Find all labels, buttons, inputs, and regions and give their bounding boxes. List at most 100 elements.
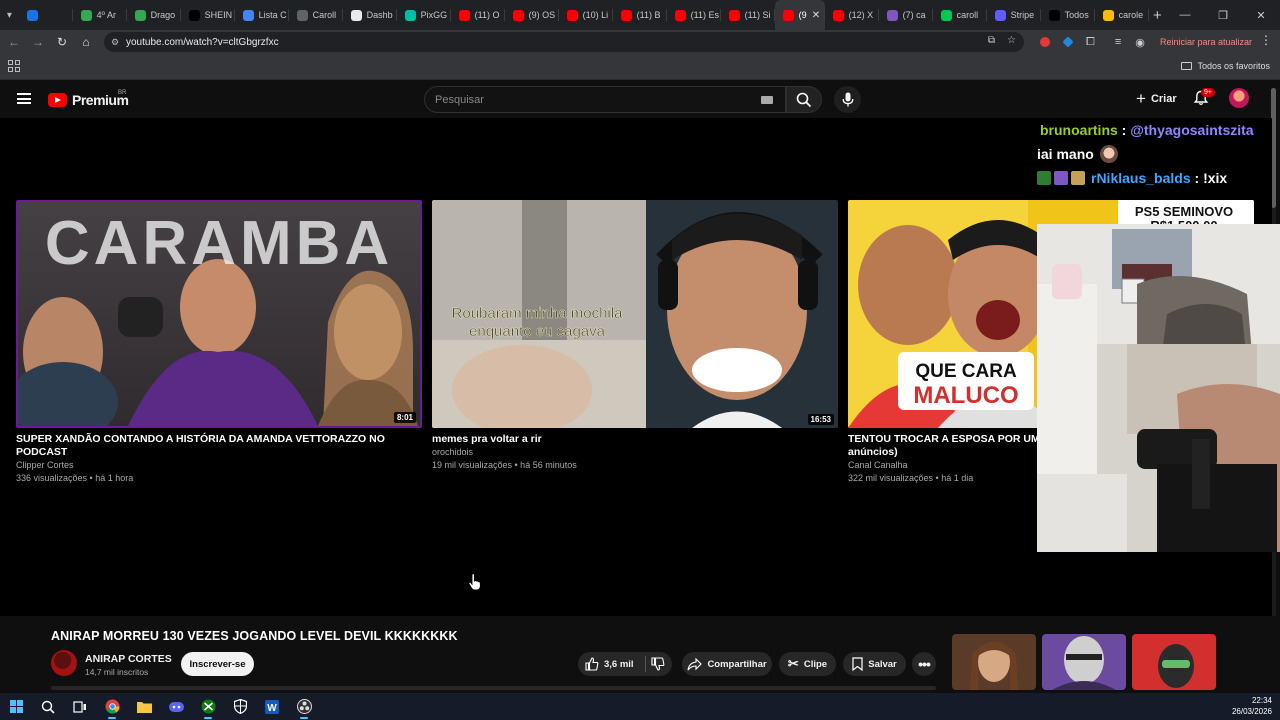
more-actions-button[interactable]: ••• (912, 652, 936, 676)
end-screen-card[interactable]: CARAMBA 8:01 SUPER XANDÃO CONTANDO A HIS… (16, 200, 422, 485)
forward-icon[interactable]: → (26, 30, 50, 54)
badge-icon (1037, 171, 1051, 185)
thumbs-down-icon[interactable] (651, 657, 665, 671)
new-tab-button[interactable]: + (1149, 0, 1166, 30)
browser-menu-icon[interactable]: ⋮ (1260, 33, 1272, 47)
duration-badge: 16:53 (807, 414, 834, 425)
browser-tab[interactable]: caroll (933, 0, 987, 30)
site-info-icon[interactable]: ⚙ (104, 37, 126, 48)
chat-message: iai mano (1030, 142, 1280, 166)
start-button[interactable] (0, 693, 32, 720)
search-input[interactable]: Pesquisar (424, 86, 786, 113)
channel-avatar[interactable] (51, 650, 77, 676)
logo-region: BR (118, 90, 127, 96)
youtube-logo[interactable]: Premium BR (48, 90, 129, 108)
browser-tab[interactable]: Todos (1041, 0, 1095, 30)
gift-badge-icon (1071, 171, 1085, 185)
browser-tab[interactable]: (7) ca (879, 0, 933, 30)
puzzle-icon[interactable]: ⧠ (1086, 36, 1095, 49)
thumbnail-image: Roubaram minha mochila enquanto eu cagav… (432, 200, 838, 428)
webcam-image (1037, 224, 1280, 552)
like-button[interactable]: 3,6 mil (578, 652, 672, 676)
card-title[interactable]: memes pra voltar a rir (432, 433, 838, 446)
apps-grid-icon[interactable] (8, 60, 20, 72)
browser-tab[interactable]: Dashb (343, 0, 397, 30)
bookmark-star-icon[interactable]: ☆ (1007, 35, 1016, 46)
tab-label: Caroll (312, 10, 337, 20)
menu-icon[interactable] (17, 93, 31, 104)
tab-label: (9) OS (528, 10, 556, 20)
file-explorer-button[interactable] (128, 693, 160, 720)
avatar[interactable] (1229, 88, 1249, 108)
chat-message: rNiklaus_balds : !xix (1030, 166, 1280, 190)
browser-tab[interactable]: Lista C (235, 0, 289, 30)
browser-tab[interactable]: carole (1095, 0, 1149, 30)
browser-tab[interactable]: 4º Ar (73, 0, 127, 30)
search-button[interactable] (786, 86, 822, 113)
system-clock[interactable]: 22:34 26/03/2026 (1232, 695, 1272, 717)
clip-button[interactable]: ✂ Clipe (779, 652, 836, 676)
all-favorites-button[interactable]: Todos os favoritos (1181, 61, 1270, 71)
obs-button[interactable] (288, 693, 320, 720)
close-window-icon[interactable]: ✕ (1242, 0, 1280, 30)
extension-icon[interactable] (1062, 36, 1074, 48)
update-button[interactable]: Reiniciar para atualizar (1154, 33, 1258, 51)
recommended-thumbnail[interactable] (952, 634, 1036, 690)
task-view-button[interactable] (64, 693, 96, 720)
browser-tab[interactable]: Drago (127, 0, 181, 30)
recommended-thumbnail[interactable] (1042, 634, 1126, 690)
video-thumbnail[interactable]: Roubaram minha mochila enquanto eu cagav… (432, 200, 838, 428)
tab-search-button[interactable]: ▾ (0, 0, 19, 30)
home-icon[interactable]: ⌂ (74, 30, 98, 54)
browser-tab[interactable]: PixGG (397, 0, 451, 30)
clip-label: Clipe (803, 658, 828, 670)
recommended-thumbnail[interactable] (1132, 634, 1216, 690)
browser-tab[interactable] (19, 0, 73, 30)
browser-tab[interactable]: (11) B (613, 0, 667, 30)
card-channel[interactable]: Clipper Cortes (16, 459, 422, 472)
profile-icon[interactable]: ◉ (1135, 36, 1145, 49)
browser-tab[interactable]: (11) Si (721, 0, 775, 30)
restore-icon[interactable]: ❐ (1204, 0, 1242, 30)
browser-tab[interactable]: Stripe (987, 0, 1041, 30)
browser-tab[interactable]: (12) X (825, 0, 879, 30)
share-icon (687, 657, 703, 670)
browser-tab[interactable]: (11) Es (667, 0, 721, 30)
end-screen-card[interactable]: Roubaram minha mochila enquanto eu cagav… (432, 200, 838, 472)
xbox-button[interactable] (192, 693, 224, 720)
extension-icon[interactable] (1040, 37, 1050, 47)
tab-favicon-icon (80, 9, 92, 21)
video-thumbnail[interactable]: CARAMBA 8:01 (16, 200, 422, 428)
browser-tab[interactable]: (10) Li (559, 0, 613, 30)
browser-tab[interactable]: Caroll (289, 0, 343, 30)
discord-button[interactable] (160, 693, 192, 720)
create-button[interactable]: + Criar (1130, 88, 1183, 110)
xbox-icon (201, 699, 215, 714)
subscribe-button[interactable]: Inscrever-se (181, 652, 254, 676)
tab-favicon-icon (620, 9, 632, 21)
browser-tab[interactable]: (11) O (451, 0, 505, 30)
save-button[interactable]: Salvar (843, 652, 906, 676)
minimize-icon[interactable]: — (1166, 0, 1204, 30)
card-channel[interactable]: orochidois (432, 446, 838, 459)
browser-tab[interactable]: (9 ✕ (774, 0, 825, 30)
close-tab-icon[interactable]: ✕ (812, 10, 820, 21)
back-icon[interactable]: ← (2, 30, 26, 54)
tab-favicon-icon (458, 9, 470, 21)
address-bar[interactable]: ⚙ youtube.com/watch?v=cltGbgrzfxc ⧉ ☆ (104, 32, 1024, 52)
search-taskbar-button[interactable] (32, 693, 64, 720)
install-app-icon[interactable]: ⧉ (988, 35, 995, 46)
security-button[interactable] (224, 693, 256, 720)
keyboard-icon[interactable] (761, 96, 773, 104)
voice-search-button[interactable] (834, 86, 861, 113)
chrome-taskbar-button[interactable] (96, 693, 128, 720)
reload-icon[interactable]: ↻ (50, 30, 74, 54)
chat-username: rNiklaus_balds (1091, 170, 1191, 186)
card-title[interactable]: SUPER XANDÃO CONTANDO A HISTÓRIA DA AMAN… (16, 433, 422, 459)
share-button[interactable]: Compartilhar (682, 652, 772, 676)
channel-name[interactable]: ANIRAP CORTES (85, 653, 172, 665)
browser-tab[interactable]: (9) OS (505, 0, 559, 30)
browser-tab[interactable]: SHEIN (181, 0, 235, 30)
word-button[interactable]: W (256, 693, 288, 720)
media-control-icon[interactable]: ≡ (1115, 36, 1121, 48)
